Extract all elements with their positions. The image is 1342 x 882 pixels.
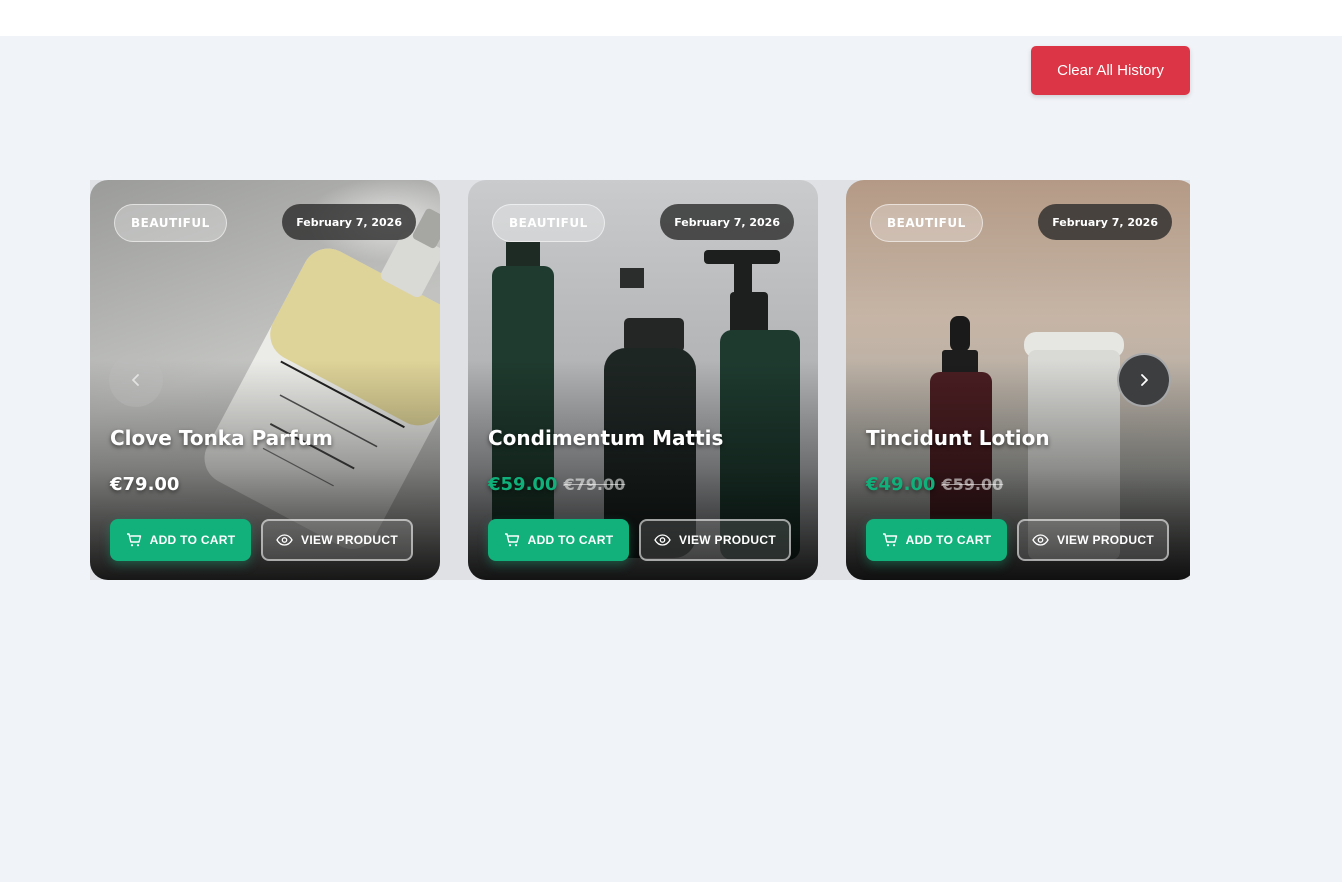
- product-price: €79.00: [110, 474, 180, 495]
- chevron-right-icon: [1141, 374, 1148, 386]
- carousel-next-button[interactable]: [1117, 353, 1171, 407]
- view-product-label: VIEW PRODUCT: [679, 533, 776, 547]
- viewed-date: February 7, 2026: [282, 204, 416, 240]
- category-tag: BEAUTIFUL: [870, 204, 983, 242]
- price-row: €49.00 €59.00: [866, 474, 1003, 495]
- add-to-cart-label: ADD TO CART: [905, 533, 992, 547]
- eye-icon: [276, 534, 293, 546]
- add-to-cart-button[interactable]: ADD TO CART: [866, 519, 1007, 561]
- product-name[interactable]: Clove Tonka Parfum: [110, 426, 333, 450]
- product-card[interactable]: BEAUTIFUL February 7, 2026 Condimentum M…: [468, 180, 818, 580]
- add-to-cart-label: ADD TO CART: [527, 533, 614, 547]
- product-original-price: €59.00: [941, 475, 1004, 494]
- add-to-cart-button[interactable]: ADD TO CART: [110, 519, 251, 561]
- cart-icon: [126, 533, 141, 547]
- category-tag: BEAUTIFUL: [492, 204, 605, 242]
- recently-viewed-carousel[interactable]: BEAUTIFUL February 7, 2026 Clove Tonka P…: [90, 180, 1190, 580]
- carousel-prev-button[interactable]: [109, 353, 163, 407]
- product-original-price: €79.00: [563, 475, 626, 494]
- view-product-button[interactable]: VIEW PRODUCT: [1017, 519, 1169, 561]
- price-row: €59.00 €79.00: [488, 474, 625, 495]
- product-sale-price: €49.00: [866, 474, 936, 495]
- view-product-button[interactable]: VIEW PRODUCT: [261, 519, 413, 561]
- view-product-label: VIEW PRODUCT: [1057, 533, 1154, 547]
- view-product-button[interactable]: VIEW PRODUCT: [639, 519, 791, 561]
- clear-all-history-button[interactable]: Clear All History: [1031, 46, 1190, 95]
- add-to-cart-label: ADD TO CART: [149, 533, 236, 547]
- eye-icon: [1032, 534, 1049, 546]
- chevron-left-icon: [132, 374, 139, 386]
- product-name[interactable]: Tincidunt Lotion: [866, 426, 1050, 450]
- viewed-date: February 7, 2026: [660, 204, 794, 240]
- product-sale-price: €59.00: [488, 474, 558, 495]
- eye-icon: [654, 534, 671, 546]
- cart-icon: [882, 533, 897, 547]
- top-bar: [0, 0, 1342, 36]
- price-row: €79.00: [110, 474, 179, 495]
- viewed-date: February 7, 2026: [1038, 204, 1172, 240]
- product-name[interactable]: Condimentum Mattis: [488, 426, 723, 450]
- view-product-label: VIEW PRODUCT: [301, 533, 398, 547]
- add-to-cart-button[interactable]: ADD TO CART: [488, 519, 629, 561]
- cart-icon: [504, 533, 519, 547]
- category-tag: BEAUTIFUL: [114, 204, 227, 242]
